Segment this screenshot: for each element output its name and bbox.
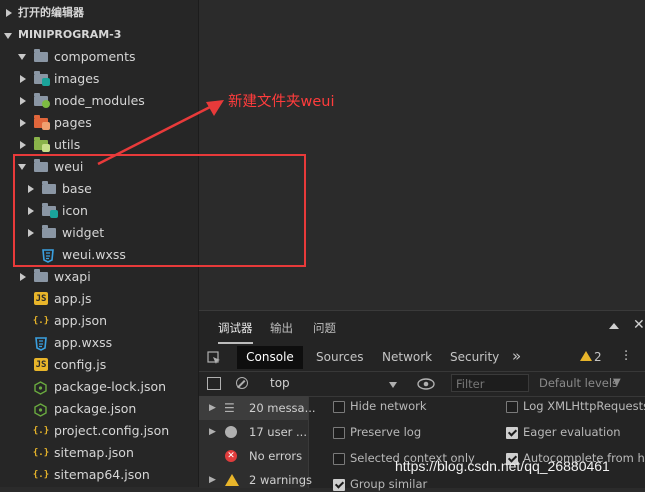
warning-icon [580,351,592,361]
tab-console[interactable]: Console [237,346,303,369]
list-item[interactable]: ▶ 2 warnings [199,468,312,492]
checkbox[interactable] [333,453,345,465]
tree-item-app-json[interactable]: {.} app.json [0,310,198,332]
close-panel-icon[interactable]: ✕ [633,317,645,333]
more-tabs-icon[interactable]: » [512,347,521,365]
tree-item-sitemap-json[interactable]: {.} sitemap.json [0,442,198,464]
node-modules-folder-icon [34,93,50,108]
eye-icon[interactable] [417,378,435,390]
chevron-down-icon [18,54,26,60]
tab-sources[interactable]: Sources [316,350,363,364]
tree-item-package-lock-json[interactable]: package-lock.json [0,376,198,398]
tab-output[interactable]: 输出 [270,320,293,336]
chevron-down-icon [4,33,12,39]
annotation-text: 新建文件夹weui [228,94,335,110]
tree-item-compoments[interactable]: compoments [0,46,198,68]
json-file-icon: {.} [32,316,50,326]
npm-file-icon [34,402,48,417]
option-hide-network[interactable]: Hide network [333,399,427,413]
checkbox[interactable] [333,427,345,439]
list-item[interactable]: ▶ ☰ 20 messa... [199,396,316,420]
tree-item-package-json[interactable]: package.json [0,398,198,420]
tree-item-app-wxss[interactable]: app.wxss [0,332,198,354]
tree-item-config-js[interactable]: JS config.js [0,354,198,376]
levels-caret-icon: ▼ [613,377,621,388]
annotation-arrow-icon [97,100,224,166]
json-file-icon: {.} [32,426,50,436]
pages-folder-icon [34,115,50,130]
checkbox[interactable] [333,479,345,491]
caret-right-icon: ▶ [209,403,216,413]
chevron-right-icon [20,119,26,127]
tree-item-project-config-json[interactable]: {.} project.config.json [0,420,198,442]
option-eager-evaluation[interactable]: Eager evaluation [506,425,621,439]
collapse-panel-icon[interactable] [609,323,619,329]
option-group-similar[interactable]: Group similar [333,477,427,491]
project-header[interactable]: MINIPROGRAM-3 [0,24,198,46]
json-file-icon: {.} [32,448,50,458]
inspect-element-icon[interactable] [207,351,221,365]
tree-item-wxapi[interactable]: wxapi [0,266,198,288]
tab-security[interactable]: Security [450,350,499,364]
tab-network[interactable]: Network [382,350,432,364]
css-file-icon [35,336,49,351]
context-select[interactable]: top [270,376,290,390]
list-item[interactable]: ▶ 17 user ... [199,420,308,444]
list-item[interactable]: ✕ No errors [199,444,308,468]
checkbox[interactable] [506,401,518,413]
option-preserve-log[interactable]: Preserve log [333,425,421,439]
utils-folder-icon [34,137,50,152]
folder-icon [34,269,48,283]
js-file-icon: JS [34,358,48,371]
js-file-icon: JS [34,292,48,305]
devtools-toolbar: Console Sources Network Security » 2 · · · [199,344,645,372]
npm-file-icon [34,380,48,395]
images-folder-icon [34,71,50,86]
chevron-right-icon [20,273,26,281]
caret-down-icon[interactable] [389,382,397,388]
kebab-menu-icon[interactable]: · · · [624,346,628,367]
open-editors-header[interactable]: 打开的编辑器 [0,2,198,24]
console-filter-bar: top Filter Default levels ▼ [199,372,645,397]
json-file-icon: {.} [32,470,50,480]
tree-item-app-js[interactable]: JS app.js [0,288,198,310]
user-icon [225,426,237,438]
caret-right-icon: ▶ [209,427,216,437]
tab-debugger[interactable]: 调试器 [218,320,253,344]
caret-right-icon: ▶ [209,475,216,485]
warning-count[interactable]: 2 [594,350,602,364]
default-levels-select[interactable]: Default levels [539,376,618,390]
chevron-right-icon [20,141,26,149]
watermark: https://blog.csdn.net/qq_26880461 [395,458,610,474]
checkbox[interactable] [506,427,518,439]
filter-input[interactable]: Filter [451,374,529,392]
checkbox[interactable] [333,401,345,413]
folder-icon [34,49,48,63]
tab-problems[interactable]: 问题 [313,320,336,336]
tree-item-images[interactable]: images [0,68,198,90]
chevron-right-icon [20,75,26,83]
warning-icon [225,474,239,486]
list-icon: ☰ [224,401,235,415]
sidebar-toggle-icon[interactable] [207,377,221,390]
console-sidebar: ▶ ☰ 20 messa... ▶ 17 user ... ✕ No error… [199,396,316,488]
devtools-panel-tabs: 调试器 输出 问题 ✕ [199,311,645,344]
chevron-right-icon [20,97,26,105]
option-log-xhr[interactable]: Log XMLHttpRequests [506,399,645,413]
tree-item-sitemap64-json[interactable]: {.} sitemap64.json [0,464,198,486]
chevron-right-icon [6,9,12,17]
error-icon: ✕ [225,450,237,462]
